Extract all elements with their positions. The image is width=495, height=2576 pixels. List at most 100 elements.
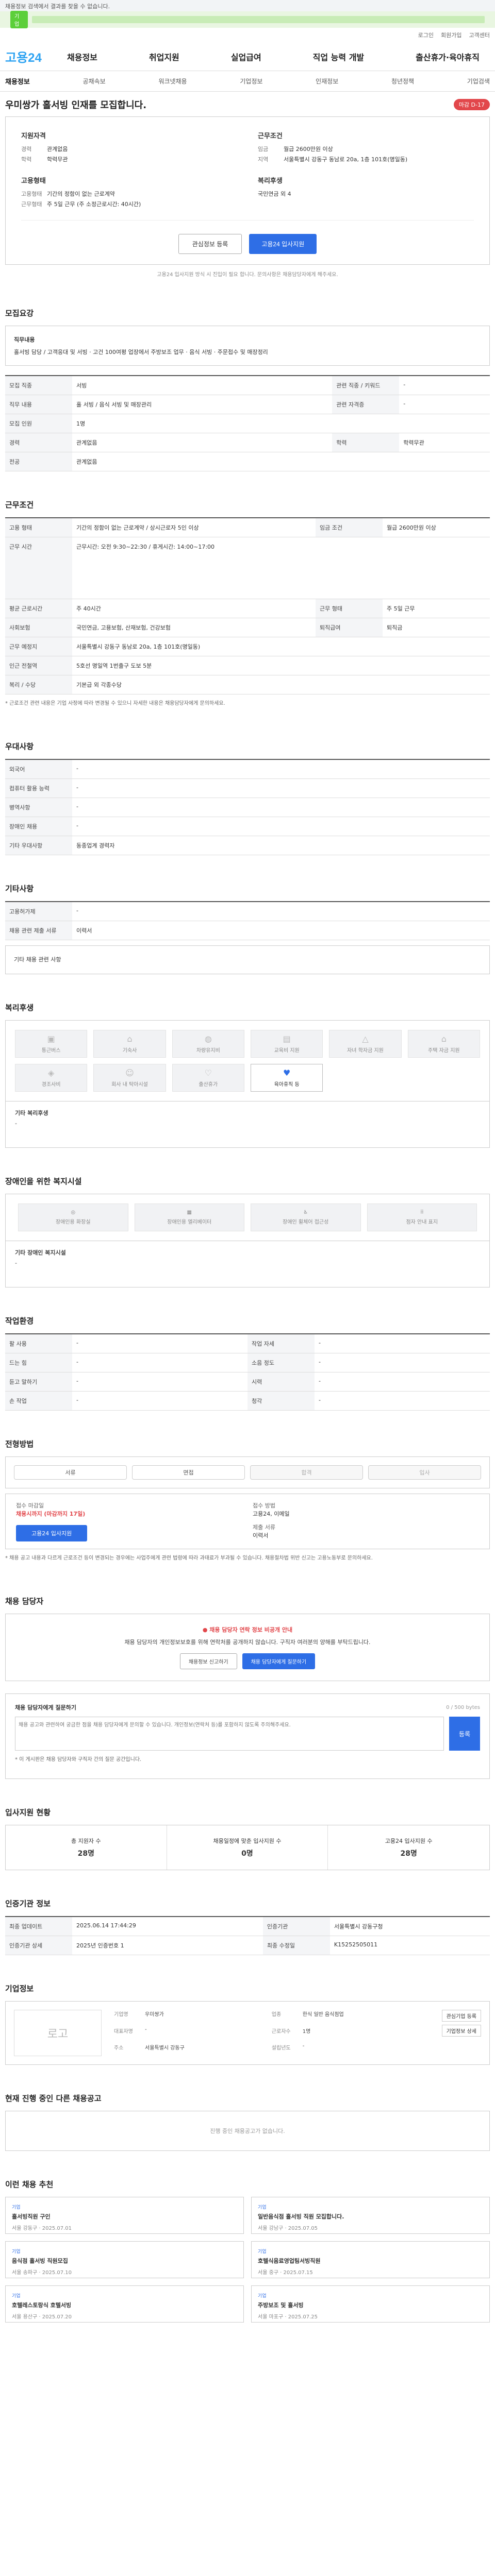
apply-button-bottom[interactable]: 고용24 입사지원 [16,1525,88,1541]
subnav-2[interactable]: 워크넷채용 [158,77,187,86]
subnav-3[interactable]: 기업정보 [240,77,262,86]
benefit-label: 교육비 지원 [274,1048,300,1054]
apply-button[interactable]: 고용24 입사지원 [249,234,317,254]
benefit-card: △ 자녀 학자금 지원 [329,1030,402,1058]
et-k-0: 고용허가제 [5,902,72,921]
qna-input[interactable] [15,1717,444,1751]
etc-section: 기타사항 고용허가제 - 채용 관련 제출 서류 이력서 기타 채용 관련 사항 [0,883,495,974]
qna-title: 채용 담당자에게 질문하기 [15,1704,76,1711]
ev-k-0-0: 팔 사용 [5,1334,72,1353]
login-link[interactable]: 로그인 [418,31,434,39]
recruit-section: 모집요강 직무내용 홀서빙 담당 / 고객응대 및 서빙 · 고건 100여평 … [0,308,495,471]
disabled-section: 장애인을 위한 복지시설 ◎ 장애인용 화장실 ▦ 장애인용 엘리베이터 ♿ 장애인 … [0,1176,495,1287]
ad-card[interactable]: 기업 주방보조 및 홀서빙 서울 마포구 · 2025.07.25 [251,2285,490,2323]
cond-v-0: 월급 2600만원 이상 [284,146,333,152]
ad-company: 기업 [12,2249,21,2255]
ad-card[interactable]: 기업 호텔레스토랑식 호텔서빙 서울 용산구 · 2025.07.20 [5,2285,244,2323]
global-nav: 고용24 채용정보 취업지원 실업급여 직업 능력 개발 출산휴가·육아휴직 [0,42,495,71]
ad-company: 기업 [258,2205,267,2210]
disabled-label: 장애인 휠체어 접근성 [283,1219,329,1225]
subnav-1[interactable]: 공채속보 [83,77,106,86]
stat-value: 28명 [77,1850,95,1858]
disabled-card: ◎ 장애인용 화장실 [18,1204,128,1231]
subnav-0[interactable]: 채용정보 [5,76,30,86]
ad-card[interactable]: 기업 음식점 홀서빙 직원모집 서울 송파구 · 2025.07.10 [5,2241,244,2278]
ad-meta: 서울 마포구 · 2025.07.25 [258,2314,318,2320]
ad-card[interactable]: 기업 일반음식점 홀서빙 직원 모집합니다. 서울 강남구 · 2025.07.05 [251,2197,490,2234]
org-title: 인증기관 정보 [5,1899,51,1908]
ad-title: 일반음식점 홀서빙 직원 모집합니다. [258,2213,344,2220]
og-v-0-3: 서울특별시 강동구청 [329,1917,490,1936]
ad-company: 기업 [12,2294,21,2299]
co-v-1-3: 1명 [302,2028,311,2035]
benefit-card: ▤ 교육비 지원 [250,1030,323,1058]
step-join: 입사 [368,1465,481,1480]
ad-card[interactable]: 기업 홀서빙직원 구인 서울 강동구 · 2025.07.01 [5,2197,244,2234]
qual-k-0: 경력 [21,146,32,152]
disabled-note-text: - [15,1260,17,1266]
disabled-label: 장애인용 엘리베이터 [167,1219,212,1225]
family-icon: ♥ [283,1068,291,1078]
qna-submit-button[interactable]: 등록 [449,1717,480,1751]
signup-link[interactable]: 회원가입 [441,31,461,39]
ad-card[interactable]: 기업 호텔식음료영업팀서빙직원 서울 중구 · 2025.07.15 [251,2241,490,2278]
others-title: 현재 진행 중인 다른 채용공고 [5,2094,102,2103]
qna-count: 0 / 500 bytes [446,1704,480,1710]
rc-v-1-1: 홀 서빙 / 음식 서빙 및 매장관리 [72,395,333,414]
ev-k-0-2: 작업 자세 [248,1334,315,1353]
ev-v-0-3: - [315,1334,490,1353]
stat-value: 0명 [241,1850,253,1858]
gnb-jobs[interactable]: 채용정보 [67,50,97,63]
support-link[interactable]: 고객센터 [469,31,490,39]
process-bullets: * 채용 공고 내용과 다르게 근로조건 등이 변경되는 경우에는 사업주에게 … [5,1555,373,1561]
subnav-5[interactable]: 청년정책 [391,77,414,86]
gnb-unemployment[interactable]: 실업급여 [231,50,261,63]
company-detail-button[interactable]: 기업정보 상세 [441,2025,481,2037]
ask-button[interactable]: 채용 담당자에게 질문하기 [242,1653,316,1669]
et-v-1: 이력서 [72,921,490,940]
ads-grid: 기업 홀서빙직원 구인 서울 강동구 · 2025.07.01 기업일반음식점 홀서… [5,2197,490,2323]
disabled-label: 점자 안내 표지 [406,1219,438,1225]
wk-k-2-0: 평균 근로시간 [5,599,72,618]
job-summary: 지원자격 경력 관계없음 학력 학력무관 근무조건 임금 월급 2600만원 이상 지… [5,116,490,265]
ev-v-1-1: - [72,1353,248,1372]
co-k-1-0: 대표자명 [114,2028,133,2035]
subnav-4[interactable]: 인재정보 [316,77,338,86]
og-k-1-0: 인증기관 상세 [5,1936,72,1955]
recruit-title: 모집요강 [5,309,34,318]
benefit-label: 육아휴직 등 [274,1082,300,1088]
ad-meta: 서울 용산구 · 2025.07.20 [12,2314,72,2320]
benefit-grid: ▣ 통근버스 ⌂ 기숙사 ◍ 차량유지비 ▤ 교육비 지원 △ 자녀 학자금 지원 ⌂ 주택… [5,1020,490,1101]
deadline-value: 채용시까지 (마감까지 17일) [16,1511,86,1517]
env-section: 작업환경 팔 사용 - 작업 자세 - 드는 힘 - 소음 정도 - 듣고 말하기 - 시력 - … [0,1315,495,1411]
og-v-0-1: 2025.06.14 17:44:29 [72,1917,263,1936]
dorm-icon: ⌂ [127,1034,133,1044]
report-button[interactable]: 채용정보 신고하기 [179,1653,237,1669]
org-section: 인증기관 정보 최종 업데이트 2025.06.14 17:44:29 인증기관 서울… [0,1898,495,1955]
scrap-button[interactable]: 관심정보 등록 [178,234,242,254]
job-title: 우미쌍가 홀서빙 인재를 모집합니다. [5,100,147,111]
site-logo[interactable]: 고용24 [5,47,67,65]
follow-company-button[interactable]: 관심기업 등록 [441,2010,481,2022]
welfare-title: 복리후생 [258,177,283,185]
book-icon: ▤ [283,1034,291,1044]
gnb-training[interactable]: 직업 능력 개발 [313,50,364,63]
step-interview: 면접 [132,1465,245,1480]
gnb-support[interactable]: 취업지원 [149,50,179,63]
ev-k-3-2: 청각 [248,1391,315,1411]
qual-v-0: 관계없음 [47,146,68,152]
wk-v-0-1: 기간의 정함이 없는 근로계약 / 상시근로자 5인 이상 [72,518,316,537]
wk-k-2-2: 근무 형태 [316,599,383,618]
banner-label: 기업 [10,11,28,28]
step-pass: 합격 [250,1465,363,1480]
process-steps: 서류 면접 합격 입사 [5,1456,490,1488]
gnb-leave[interactable]: 출산휴가·육아휴직 [416,50,480,63]
subnav-6[interactable]: 기업검색 [467,77,490,86]
disabled-card: ♿ 장애인 휠체어 접근성 [251,1204,361,1231]
top-banner[interactable]: 기업 [0,11,495,28]
work-table: 고용 형태 기간의 정함이 없는 근로계약 / 상시근로자 5인 이상 임금 조건 월… [5,517,490,694]
benefit-note-title: 기타 복리후생 [15,1110,48,1116]
rc-v-4-1: 관계없음 [72,452,490,471]
duty-text: 홀서빙 담당 / 고객응대 및 서빙 · 고건 100여평 업장에서 주방보조 … [14,349,268,355]
wk-k-6-0: 복리 / 수당 [5,675,72,694]
